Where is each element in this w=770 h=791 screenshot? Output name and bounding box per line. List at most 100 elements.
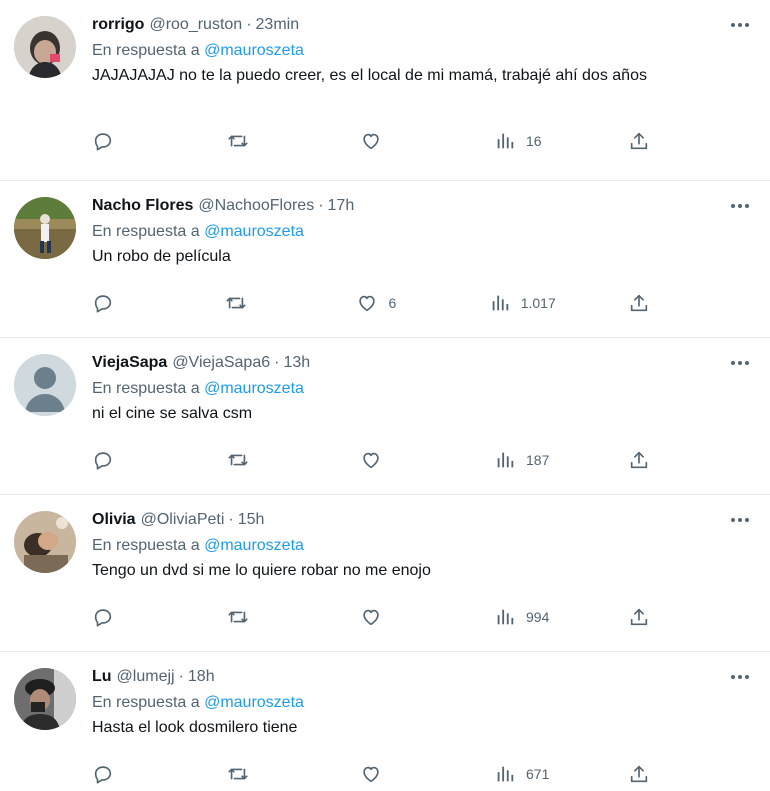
display-name[interactable]: ViejaSapa bbox=[92, 352, 167, 374]
tweet[interactable]: Lu @lumejj · 18h En respuesta a @maurosz… bbox=[0, 652, 770, 791]
views-icon bbox=[494, 763, 516, 785]
user-handle[interactable]: @lumejj bbox=[117, 666, 175, 688]
share-icon bbox=[628, 449, 650, 471]
share-icon bbox=[628, 763, 650, 785]
view-count: 671 bbox=[526, 766, 550, 782]
tweet-header: Nacho Flores @NachooFlores · 17h bbox=[92, 195, 754, 217]
tweet-header: Lu @lumejj · 18h bbox=[92, 666, 754, 688]
mention-link[interactable]: @mauroszeta bbox=[204, 694, 304, 711]
retweet-button[interactable] bbox=[224, 292, 284, 314]
like-button[interactable] bbox=[360, 763, 420, 785]
more-icon[interactable] bbox=[726, 195, 754, 217]
like-button[interactable] bbox=[360, 606, 420, 628]
reply-context: En respuesta a @mauroszeta bbox=[92, 535, 754, 557]
avatar[interactable] bbox=[14, 668, 76, 730]
avatar[interactable] bbox=[14, 354, 76, 416]
more-icon[interactable] bbox=[726, 509, 754, 531]
retweet-button[interactable] bbox=[226, 606, 286, 628]
tweet-actions: 187 bbox=[92, 449, 652, 471]
views-button[interactable]: 671 bbox=[494, 763, 554, 785]
tweet-text: Un robo de película bbox=[92, 248, 231, 265]
retweet-button[interactable] bbox=[226, 763, 286, 785]
tweet-text: JAJAJAJAJ no te la puedo creer, es el lo… bbox=[92, 67, 647, 84]
tweet-content: Lu @lumejj · 18h En respuesta a @maurosz… bbox=[92, 666, 754, 740]
retweet-icon bbox=[226, 763, 250, 785]
share-button[interactable] bbox=[628, 763, 652, 785]
views-icon bbox=[489, 292, 511, 314]
user-handle[interactable]: @ViejaSapa6 bbox=[172, 352, 270, 374]
share-button[interactable] bbox=[628, 292, 652, 314]
timestamp[interactable]: 15h bbox=[238, 509, 265, 531]
share-button[interactable] bbox=[628, 130, 652, 152]
views-button[interactable]: 1.017 bbox=[489, 292, 556, 314]
reply-button[interactable] bbox=[92, 763, 152, 785]
reply-context: En respuesta a @mauroszeta bbox=[92, 378, 754, 400]
views-button[interactable]: 994 bbox=[494, 606, 554, 628]
more-icon[interactable] bbox=[726, 14, 754, 36]
tweet-text: ni el cine se salva csm bbox=[92, 405, 253, 422]
reply-context: En respuesta a @mauroszeta bbox=[92, 692, 754, 714]
tweet[interactable]: rorrigo @roo_ruston · 23min En respuesta… bbox=[0, 0, 770, 181]
user-handle[interactable]: @OliviaPeti bbox=[141, 509, 225, 531]
tweet-content: Nacho Flores @NachooFlores · 17h En resp… bbox=[92, 195, 754, 269]
timestamp[interactable]: 23min bbox=[256, 14, 300, 36]
display-name[interactable]: rorrigo bbox=[92, 14, 144, 36]
user-handle[interactable]: @roo_ruston bbox=[149, 14, 242, 36]
replies-feed: rorrigo @roo_ruston · 23min En respuesta… bbox=[0, 0, 770, 791]
share-icon bbox=[628, 130, 650, 152]
like-button[interactable]: 6 bbox=[356, 292, 416, 314]
tweet-content: ViejaSapa @ViejaSapa6 · 13h En respuesta… bbox=[92, 352, 754, 426]
mention-link[interactable]: @mauroszeta bbox=[204, 42, 304, 59]
reply-icon bbox=[92, 763, 114, 785]
tweet[interactable]: Olivia @OliviaPeti · 15h En respuesta a … bbox=[0, 495, 770, 652]
mention-link[interactable]: @mauroszeta bbox=[204, 537, 304, 554]
display-name[interactable]: Olivia bbox=[92, 509, 136, 531]
reply-prefix: En respuesta a bbox=[92, 380, 200, 397]
separator-dot: · bbox=[246, 16, 252, 33]
display-name[interactable]: Lu bbox=[92, 666, 112, 688]
more-icon[interactable] bbox=[726, 352, 754, 374]
reply-prefix: En respuesta a bbox=[92, 537, 200, 554]
reply-button[interactable] bbox=[92, 606, 152, 628]
reply-button[interactable] bbox=[92, 130, 152, 152]
views-icon bbox=[494, 449, 516, 471]
reply-icon bbox=[92, 292, 114, 314]
mention-link[interactable]: @mauroszeta bbox=[204, 223, 304, 240]
timestamp[interactable]: 17h bbox=[328, 195, 355, 217]
reply-icon bbox=[92, 449, 114, 471]
like-button[interactable] bbox=[360, 130, 420, 152]
separator-dot: · bbox=[274, 354, 280, 371]
heart-icon bbox=[360, 606, 382, 628]
share-button[interactable] bbox=[628, 606, 652, 628]
view-count: 187 bbox=[526, 452, 550, 468]
reply-icon bbox=[92, 130, 114, 152]
tweet-actions: 16 bbox=[92, 130, 652, 152]
view-count: 994 bbox=[526, 609, 550, 625]
avatar[interactable] bbox=[14, 16, 76, 78]
more-icon[interactable] bbox=[726, 666, 754, 688]
avatar[interactable] bbox=[14, 197, 76, 259]
tweet-content: rorrigo @roo_ruston · 23min En respuesta… bbox=[92, 14, 754, 88]
tweet[interactable]: ViejaSapa @ViejaSapa6 · 13h En respuesta… bbox=[0, 338, 770, 495]
tweet-header: ViejaSapa @ViejaSapa6 · 13h bbox=[92, 352, 754, 374]
share-button[interactable] bbox=[628, 449, 652, 471]
user-handle[interactable]: @NachooFlores bbox=[198, 195, 314, 217]
tweet[interactable]: Nacho Flores @NachooFlores · 17h En resp… bbox=[0, 181, 770, 338]
retweet-button[interactable] bbox=[226, 449, 286, 471]
display-name[interactable]: Nacho Flores bbox=[92, 195, 193, 217]
timestamp[interactable]: 18h bbox=[188, 666, 215, 688]
views-button[interactable]: 187 bbox=[494, 449, 554, 471]
share-icon bbox=[628, 606, 650, 628]
like-button[interactable] bbox=[360, 449, 420, 471]
mention-link[interactable]: @mauroszeta bbox=[204, 380, 304, 397]
retweet-button[interactable] bbox=[226, 130, 286, 152]
avatar[interactable] bbox=[14, 511, 76, 573]
tweet-actions: 994 bbox=[92, 606, 652, 628]
reply-prefix: En respuesta a bbox=[92, 223, 200, 240]
reply-button[interactable] bbox=[92, 449, 152, 471]
timestamp[interactable]: 13h bbox=[283, 352, 310, 374]
views-icon bbox=[494, 130, 516, 152]
tweet-content: Olivia @OliviaPeti · 15h En respuesta a … bbox=[92, 509, 754, 583]
reply-button[interactable] bbox=[92, 292, 152, 314]
views-button[interactable]: 16 bbox=[494, 130, 554, 152]
